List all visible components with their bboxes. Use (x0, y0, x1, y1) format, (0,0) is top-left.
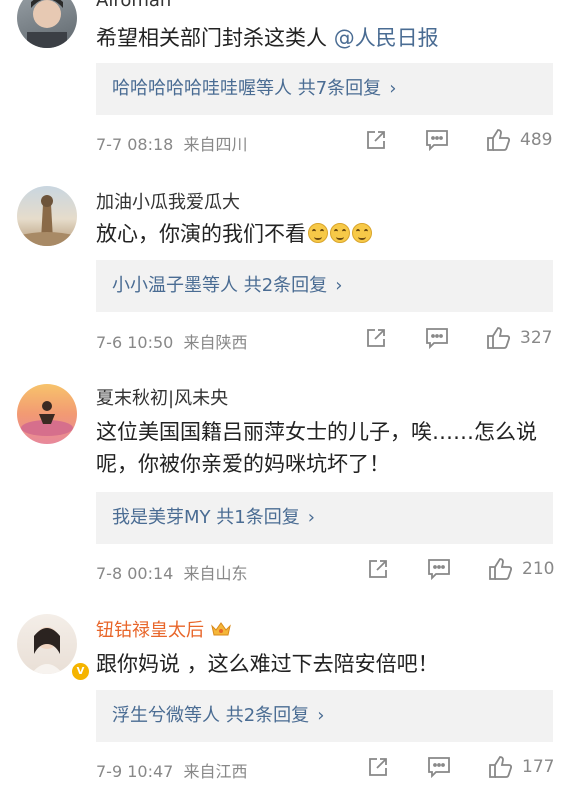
comment-icon (426, 328, 448, 350)
comment-icon (428, 757, 450, 779)
chevron-right-icon: › (335, 275, 343, 296)
comment-meta: 7-6 10:50 来自陕西 (96, 329, 248, 353)
share-icon (369, 560, 387, 578)
comment-icon (428, 559, 450, 581)
avatar[interactable] (17, 384, 77, 444)
smile-emoji (330, 223, 350, 243)
replies-users: 小小温子墨等人 (112, 275, 238, 296)
replies-users: 我是美芽MY (112, 507, 211, 528)
username[interactable]: 加油小瓜我爱瓜大 (96, 188, 240, 214)
comment-button[interactable] (426, 755, 452, 779)
comment-text: 跟你妈说 ，这么难过下去陪安倍吧！ (96, 652, 439, 676)
comment-time: 7-9 10:47 (96, 762, 174, 781)
comment-text: 这位美国国籍吕丽萍女士的儿子，唉……怎么说呢，你被你亲爱的妈咪坑坏了！ (96, 420, 537, 476)
comment-location: 来自山东 (183, 564, 248, 583)
replies-summary[interactable]: 我是美芽MY 共1条回复 › (96, 492, 553, 544)
comment-meta: 7-8 00:14 来自山东 (96, 560, 248, 584)
comment-meta: 7-7 08:18 来自四川 (96, 131, 248, 155)
comment-text: 放心，你演的我们不看 (96, 218, 556, 250)
comment-time: 7-6 10:50 (96, 333, 174, 352)
like-icon (489, 756, 513, 778)
smile-emoji (352, 223, 372, 243)
mention-link[interactable]: @人民日报 (334, 26, 439, 50)
comment-icon (426, 130, 448, 152)
like-count: 210 (522, 559, 555, 579)
comment-time: 7-8 00:14 (96, 564, 174, 583)
comment-button[interactable] (426, 557, 452, 581)
replies-count: 共7条回复 (297, 78, 382, 99)
replies-users: 哈哈哈哈哈哇哇喔等人 (112, 78, 292, 99)
username[interactable]: 钮钴禄皇太后 (96, 616, 232, 643)
like-button[interactable]: 327 (486, 326, 552, 350)
comment-location: 来自四川 (183, 135, 248, 154)
replies-summary[interactable]: 哈哈哈哈哈哇哇喔等人 共7条回复 › (96, 63, 553, 115)
username[interactable]: Airoman (96, 0, 171, 11)
comment-time: 7-7 08:18 (96, 135, 174, 154)
comment-meta: 7-9 10:47 来自江西 (96, 758, 248, 782)
like-button[interactable]: 210 (488, 557, 554, 581)
like-count: 177 (522, 757, 555, 777)
like-icon (487, 129, 511, 151)
avatar[interactable] (17, 0, 77, 48)
avatar[interactable] (17, 186, 77, 246)
share-icon (369, 758, 387, 776)
like-icon (487, 327, 511, 349)
share-button[interactable] (364, 128, 388, 152)
username[interactable]: 夏末秋初|风未央 (96, 384, 228, 410)
chevron-right-icon: › (307, 507, 315, 528)
like-icon (489, 558, 513, 580)
share-button[interactable] (364, 326, 388, 350)
smile-emoji (308, 223, 328, 243)
share-icon (367, 131, 385, 149)
chevron-right-icon: › (389, 78, 397, 99)
username-text: 钮钴禄皇太后 (96, 620, 204, 641)
comment-location: 来自陕西 (183, 333, 248, 352)
like-button[interactable]: 177 (488, 755, 554, 779)
crown-icon (210, 620, 232, 643)
chevron-right-icon: › (317, 705, 325, 726)
share-button[interactable] (366, 557, 390, 581)
replies-users: 浮生兮微等人 (112, 705, 220, 726)
avatar[interactable]: V (17, 614, 91, 682)
replies-summary[interactable]: 小小温子墨等人 共2条回复 › (96, 260, 553, 312)
like-button[interactable]: 489 (486, 128, 552, 152)
like-count: 489 (520, 130, 553, 150)
comment-location: 来自江西 (183, 762, 248, 781)
replies-count: 共1条回复 (216, 507, 300, 528)
comment-text: 希望相关部门封杀这类人 @人民日报 (96, 22, 556, 54)
comment-body: 希望相关部门封杀这类人 (96, 26, 334, 50)
comment-button[interactable] (424, 326, 450, 350)
replies-summary[interactable]: 浮生兮微等人 共2条回复 › (96, 690, 553, 742)
comment-button[interactable] (424, 128, 450, 152)
replies-count: 共2条回复 (243, 275, 328, 296)
verified-badge: V (70, 661, 91, 682)
share-icon (367, 329, 385, 347)
comment-body: 放心，你演的我们不看 (96, 222, 306, 246)
replies-count: 共2条回复 (225, 705, 310, 726)
share-button[interactable] (366, 755, 390, 779)
like-count: 327 (520, 328, 553, 348)
